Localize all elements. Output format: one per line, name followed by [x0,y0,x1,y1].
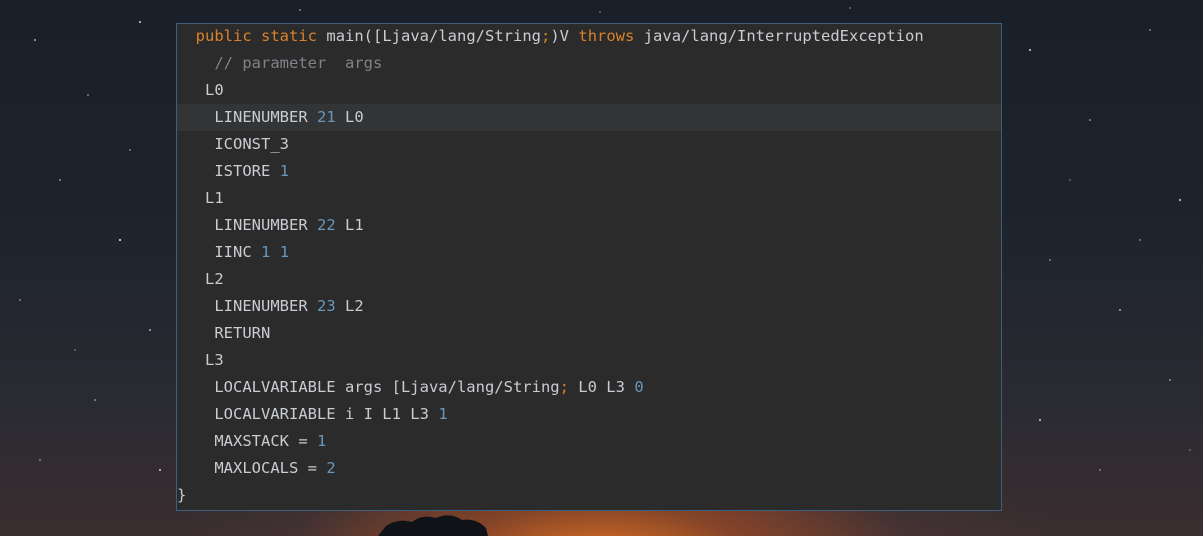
code-line-localvariable-args: LOCALVARIABLE args [Ljava/lang/String; L… [177,374,1001,401]
code-line-iinc: IINC 1 1 [177,239,1001,266]
closing-brace: } [177,486,187,504]
label-text: L1 [205,189,224,207]
label-text: L0 [205,81,224,99]
code-line-linenumber-21: LINENUMBER 21 L0 [177,104,1001,131]
number: 22 [317,216,336,234]
label-range: L0 L3 [578,378,625,396]
code-line-return: RETURN [177,320,1001,347]
number: 1 [317,432,327,450]
code-line-label-l2: L2 [177,266,1001,293]
code-line-closing-brace: } [177,482,1001,509]
label-ref: L1 [345,216,364,234]
comment-text: // parameter args [214,54,383,72]
opcode: ICONST_3 [214,135,289,153]
opcode: ISTORE [214,162,271,180]
code-line-linenumber-23: LINENUMBER 23 L2 [177,293,1001,320]
keyword-public: public [195,27,252,45]
opcode: LOCALVARIABLE i I L1 L3 [214,405,429,423]
number: 0 [634,378,644,396]
code-line-comment: // parameter args [177,50,1001,77]
semicolon: ; [559,378,569,396]
code-line-maxlocals: MAXLOCALS = 2 [177,455,1001,482]
opcode: LINENUMBER [214,216,308,234]
code-line-linenumber-22: LINENUMBER 22 L1 [177,212,1001,239]
opcode: LOCALVARIABLE args [Ljava/lang/String [214,378,560,396]
tree-silhouette [378,515,488,536]
opcode: IINC [214,243,252,261]
label-ref: L0 [345,108,364,126]
code-line-iconst: ICONST_3 [177,131,1001,158]
method-return: )V [550,27,570,45]
code-line-label-l0: L0 [177,77,1001,104]
code-line-method-signature: public static main([Ljava/lang/String;)V… [177,24,1001,50]
label-ref: L2 [345,297,364,315]
opcode: LINENUMBER [214,108,308,126]
code-line-istore: ISTORE 1 [177,158,1001,185]
code-line-label-l3: L3 [177,347,1001,374]
number: 1 [279,243,290,261]
code-line-localvariable-i: LOCALVARIABLE i I L1 L3 1 [177,401,1001,428]
number: 1 [279,162,290,180]
opcode: MAXSTACK = [214,432,308,450]
code-line-maxstack: MAXSTACK = 1 [177,428,1001,455]
number: 1 [438,405,448,423]
code-editor-panel: public static main([Ljava/lang/String;)V… [176,23,1002,511]
method-signature: main([Ljava/lang/String [326,27,541,45]
label-text: L3 [205,351,224,369]
opcode: RETURN [214,324,271,342]
number: 2 [326,459,336,477]
code-line-label-l1: L1 [177,185,1001,212]
opcode: LINENUMBER [214,297,308,315]
semicolon: ; [541,27,551,45]
keyword-static: static [261,27,318,45]
number: 1 [261,243,271,261]
number: 21 [317,108,336,126]
keyword-throws: throws [578,27,635,45]
opcode: MAXLOCALS = [214,459,317,477]
label-text: L2 [205,270,224,288]
exception-type: java/lang/InterruptedException [643,27,924,45]
number: 23 [317,297,336,315]
